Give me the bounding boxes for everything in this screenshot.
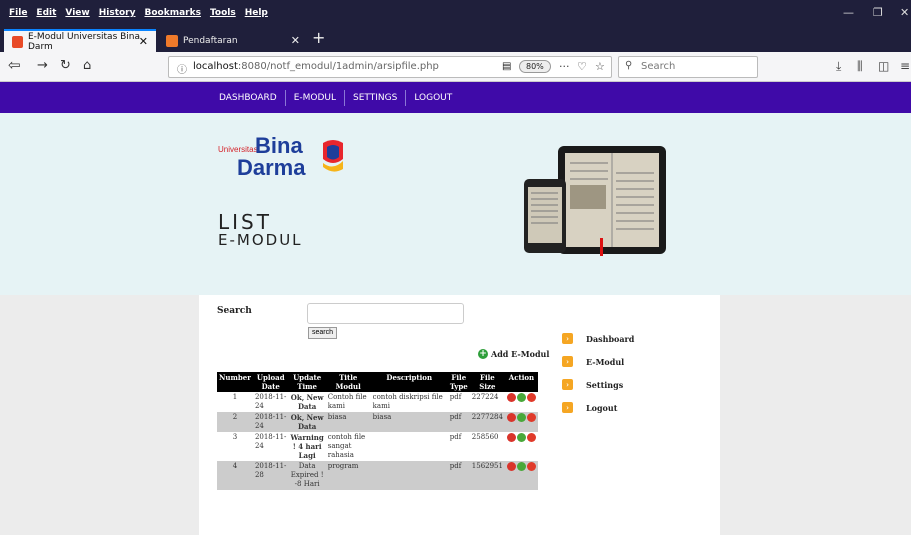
menu-bookmarks[interactable]: Bookmarks (144, 8, 200, 18)
close-icon[interactable]: ✕ (139, 35, 148, 48)
table-row: 3 2018-11-24 Warning ! 4 hari Lagi conto… (217, 432, 538, 461)
tab-pendaftaran[interactable]: Pendaftaran ✕ (158, 29, 308, 52)
back-icon[interactable]: ⇦ (8, 56, 21, 74)
ebook-devices-icon (524, 146, 666, 256)
edit-icon[interactable] (516, 413, 526, 422)
browser-menubar: File Edit View History Bookmarks Tools H… (0, 0, 911, 26)
reader-view-icon[interactable]: ▤ (502, 61, 511, 72)
forward-icon[interactable]: → (37, 58, 48, 73)
col-description: Description (370, 372, 448, 392)
tab-strip: E-Modul Universitas Bina Darm ✕ Pendafta… (0, 26, 911, 52)
sidebar-item-emodul[interactable]: › E-Modul (562, 350, 634, 373)
search-input[interactable] (307, 303, 464, 324)
col-title: Title Modul (325, 372, 371, 392)
tab-label: E-Modul Universitas Bina Darm (28, 31, 141, 52)
minimize-icon[interactable]: — (843, 6, 854, 19)
university-logo: Universitas Bina Darma (218, 133, 348, 183)
info-icon[interactable]: ⓘ (177, 61, 187, 76)
restore-icon[interactable]: ❐ (873, 6, 883, 19)
site-nav: DASHBOARD E-MODUL SETTINGS LOGOUT (0, 82, 911, 113)
url-text[interactable]: localhost:8080/notf_emodul/1admin/arsipf… (193, 61, 439, 72)
logo-emblem-icon (323, 140, 343, 172)
menu-file[interactable]: File (9, 8, 27, 18)
view-icon[interactable] (506, 433, 516, 442)
search-button[interactable]: search (308, 327, 338, 339)
edit-icon[interactable] (516, 393, 526, 402)
menu-tools[interactable]: Tools (210, 8, 236, 18)
browser-navbar: ⇦ → ↻ ⌂ ⓘ localhost:8080/notf_emodul/1ad… (0, 52, 911, 82)
table-row: 1 2018-11-24 Ok, New Data Contoh file ka… (217, 392, 538, 412)
col-file-type: File Type (447, 372, 470, 392)
delete-icon[interactable] (526, 433, 536, 442)
nav-dashboard[interactable]: DASHBOARD (211, 89, 286, 106)
more-actions-icon[interactable]: ··· (559, 60, 570, 73)
delete-icon[interactable] (526, 393, 536, 402)
library-icon[interactable]: ⫼ (857, 59, 863, 74)
nav-logout[interactable]: LOGOUT (406, 90, 460, 106)
add-icon: + (478, 349, 488, 359)
table-row: 4 2018-11-28 Data Expired ! -8 Hari prog… (217, 461, 538, 490)
arrow-right-icon: › (562, 402, 573, 413)
site-favicon-icon (166, 34, 178, 47)
search-label: Search (217, 306, 252, 316)
reload-icon[interactable]: ↻ (60, 58, 71, 73)
add-emodul-button[interactable]: + Add E-Modul (478, 349, 549, 359)
new-tab-icon[interactable]: + (312, 28, 325, 47)
menu-view[interactable]: View (65, 8, 89, 18)
menu-history[interactable]: History (99, 8, 136, 18)
side-menu: › Dashboard › E-Modul › Settings › Logou… (562, 327, 634, 419)
zoom-level[interactable]: 80% (519, 60, 551, 73)
delete-icon[interactable] (526, 413, 536, 422)
status-badge: Ok, New Data (290, 393, 324, 411)
page-title-emodul: E-MODUL (218, 231, 303, 249)
download-icon[interactable]: ⤓ (836, 59, 841, 74)
view-icon[interactable] (506, 462, 516, 471)
tab-emodul[interactable]: E-Modul Universitas Bina Darm ✕ (4, 29, 156, 52)
col-file-size: File Size (469, 372, 505, 392)
nav-settings[interactable]: SETTINGS (345, 89, 407, 106)
browser-search-input[interactable]: ⚲ Search (618, 56, 758, 78)
close-window-icon[interactable]: ✕ (900, 6, 909, 19)
bookmark-star-icon[interactable]: ☆ (595, 60, 605, 73)
emodul-table: Number Upload Date Update Time Title Mod… (217, 372, 538, 490)
col-number: Number (217, 372, 253, 392)
delete-icon[interactable] (526, 462, 536, 471)
view-icon[interactable] (506, 413, 516, 422)
arrow-right-icon: › (562, 379, 573, 390)
edit-icon[interactable] (516, 433, 526, 442)
site-favicon-icon (12, 35, 23, 48)
table-row: 2 2018-11-24 Ok, New Data biasa biasa pd… (217, 412, 538, 432)
url-bar[interactable]: ⓘ localhost:8080/notf_emodul/1admin/arsi… (168, 56, 612, 78)
col-action: Action (504, 372, 538, 392)
table-header-row: Number Upload Date Update Time Title Mod… (217, 372, 538, 392)
arrow-right-icon: › (562, 333, 573, 344)
search-icon: ⚲ (625, 60, 633, 71)
menu-help[interactable]: Help (245, 8, 268, 18)
nav-emodul[interactable]: E-MODUL (286, 89, 346, 106)
sidebar-icon[interactable]: ◫ (878, 59, 889, 73)
view-icon[interactable] (506, 393, 516, 402)
sidebar-item-logout[interactable]: › Logout (562, 396, 634, 419)
col-update-time: Update Time (288, 372, 326, 392)
arrow-right-icon: › (562, 356, 573, 367)
sidebar-item-dashboard[interactable]: › Dashboard (562, 327, 634, 350)
home-icon[interactable]: ⌂ (83, 58, 91, 73)
edit-icon[interactable] (516, 462, 526, 471)
sidebar-item-settings[interactable]: › Settings (562, 373, 634, 396)
hamburger-menu-icon[interactable]: ≡ (900, 59, 910, 73)
col-upload-date: Upload Date (252, 372, 289, 392)
hero-banner: Universitas Bina Darma LIST E-MODUL (0, 113, 911, 295)
status-badge: Warning ! 4 hari Lagi (290, 433, 324, 460)
status-badge: Data Expired ! -8 Hari (288, 461, 326, 490)
tab-label: Pendaftaran (183, 35, 238, 46)
search-placeholder: Search (641, 61, 676, 72)
status-badge: Ok, New Data (288, 412, 326, 432)
pocket-icon[interactable]: ♡ (577, 60, 587, 73)
menu-edit[interactable]: Edit (36, 8, 56, 18)
close-icon[interactable]: ✕ (291, 34, 300, 47)
